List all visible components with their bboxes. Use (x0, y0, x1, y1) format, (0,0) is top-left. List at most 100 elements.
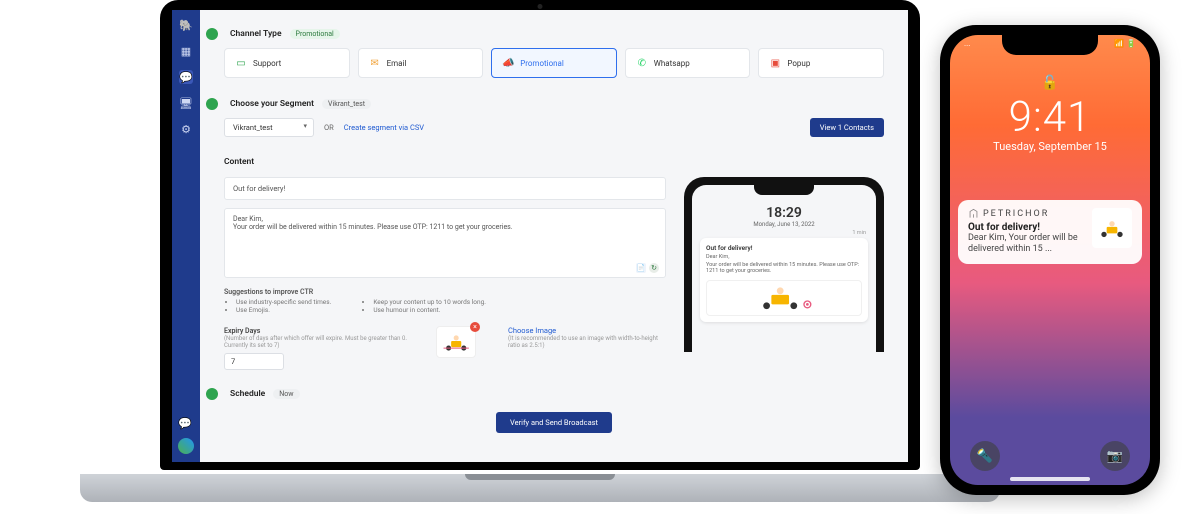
channel-label: Whatsapp (654, 59, 690, 68)
preview-time: 18:29 (700, 205, 868, 221)
channel-type-pill: Promotional (290, 29, 340, 39)
channel-support[interactable]: ▭Support (224, 48, 350, 78)
sugg-right: Keep your content up to 10 words long. U… (361, 298, 486, 314)
nav-devices-icon[interactable]: 🖥 (179, 96, 193, 110)
avatar[interactable] (178, 438, 194, 454)
preview-badge-time: 1 min (852, 230, 866, 236)
notif-text: PETRICHOR Out for delivery! Dear Kim, Yo… (968, 208, 1084, 256)
iphone-screen: ... 📶 🔋 🔓 9:41 Tuesday, September 15 PET… (950, 35, 1150, 485)
or-label: OR (324, 123, 334, 132)
sugg-item: Use Emojis. (236, 306, 331, 314)
preview-notif-card: 1 min Out for delivery! Dear Kim, Your o… (700, 238, 868, 322)
notif-image (1092, 208, 1132, 248)
thumb-column: × (436, 326, 496, 358)
view-contacts-button[interactable]: View 1 Contacts (810, 118, 884, 137)
image-expiry-row: Expiry Days (Number of days after which … (224, 326, 666, 370)
body-text: Your order will be delivered within 15 m… (233, 223, 657, 231)
laptop-bezel: 🐘 ▦ 💬 🖥 ⚙ 💬 Channel Type Promotional (160, 0, 920, 470)
channel-label: Support (253, 59, 281, 68)
laptop-mockup: 🐘 ▦ 💬 🖥 ⚙ 💬 Channel Type Promotional (160, 0, 920, 500)
app-window: 🐘 ▦ 💬 🖥 ⚙ 💬 Channel Type Promotional (172, 10, 908, 462)
preview-notch (754, 185, 814, 195)
notification-card[interactable]: PETRICHOR Out for delivery! Dear Kim, Yo… (958, 200, 1142, 264)
megaphone-icon: 📣 (502, 57, 514, 69)
logo-icon: 🐘 (179, 18, 193, 32)
sidebar-footer: 💬 (178, 416, 194, 454)
petrichor-app-icon (968, 208, 979, 219)
preview-line2: Your order will be delivered within 15 m… (706, 262, 862, 274)
expiry-input[interactable]: 7 (224, 353, 284, 370)
lock-time: 9:41 (950, 93, 1150, 142)
expiry-label: Expiry Days (224, 327, 260, 335)
verify-send-button[interactable]: Verify and Send Broadcast (496, 412, 612, 433)
nav-settings-icon[interactable]: ⚙ (179, 122, 193, 136)
submit-row: Verify and Send Broadcast (224, 412, 884, 433)
channel-whatsapp[interactable]: ✆Whatsapp (625, 48, 751, 78)
notifications-icon[interactable]: 💬 (178, 416, 192, 430)
refresh-icon[interactable]: ↻ (649, 263, 659, 273)
popup-icon: ▣ (769, 57, 781, 69)
camera-button[interactable]: 📷 (1100, 441, 1130, 471)
schedule-title: Schedule (230, 389, 265, 399)
channel-type-title: Channel Type (230, 29, 282, 39)
preview-image (706, 280, 862, 316)
schedule-pill: Now (273, 389, 299, 399)
delivery-illustration (1096, 212, 1128, 244)
home-indicator[interactable] (1010, 477, 1090, 481)
step-done-icon (206, 28, 218, 40)
preview-line1: Dear Kim, (706, 254, 862, 260)
channel-promotional[interactable]: 📣 Promotional (491, 48, 617, 78)
body-greeting: Dear Kim, (233, 215, 657, 223)
content-body-wrap: Out for delivery! Dear Kim, Your order w… (224, 177, 884, 370)
content-title: Content (224, 157, 254, 167)
sugg-left: Use industry-specific send times. Use Em… (224, 298, 331, 314)
sidebar: 🐘 ▦ 💬 🖥 ⚙ 💬 (172, 10, 200, 462)
iphone-quick-actions: 🔦 📷 (950, 441, 1150, 471)
notif-app-name: PETRICHOR (983, 209, 1049, 219)
create-segment-link[interactable]: Create segment via CSV (344, 123, 424, 132)
delivery-illustration (722, 284, 845, 311)
laptop-base (80, 474, 1000, 502)
image-thumb[interactable] (436, 326, 476, 358)
sugg-title: Suggestions to improve CTR (224, 288, 666, 296)
lock-area: 🔓 9:41 Tuesday, September 15 (950, 75, 1150, 153)
delivery-illustration (441, 330, 471, 354)
remove-image-button[interactable]: × (470, 322, 480, 332)
sugg-item: Use humour in content. (373, 306, 486, 314)
preview-phone: 18:29 Monday, June 13, 2022 1 min Out fo… (684, 177, 884, 352)
laptop-camera (538, 4, 543, 9)
nav-broadcast-icon[interactable]: 💬 (179, 70, 193, 84)
segment-header: Choose your Segment Vikrant_test (224, 98, 884, 110)
carrier-icon: ... (964, 39, 970, 48)
body-textarea[interactable]: Dear Kim, Your order will be delivered w… (224, 208, 666, 278)
editor-icons: 📄 ↻ (636, 263, 659, 273)
flashlight-button[interactable]: 🔦 (970, 441, 1000, 471)
channel-email[interactable]: ✉Email (358, 48, 484, 78)
subject-input[interactable]: Out for delivery! (224, 177, 666, 200)
channel-label: Email (387, 59, 407, 68)
channel-type-header: Channel Type Promotional (224, 28, 884, 40)
segment-title: Choose your Segment (230, 99, 314, 109)
sugg-item: Keep your content up to 10 words long. (373, 298, 486, 306)
choose-image-hint: (It is recommended to use an image with … (508, 335, 666, 349)
notif-body: Dear Kim, Your order will be delivered w… (968, 233, 1084, 256)
iphone-notch (1002, 35, 1098, 55)
iphone-mockup: ... 📶 🔋 🔓 9:41 Tuesday, September 15 PET… (940, 25, 1160, 495)
main-content: Channel Type Promotional ▭Support ✉Email… (200, 10, 908, 462)
suggestions: Suggestions to improve CTR Use industry-… (224, 288, 666, 314)
nav-dashboard-icon[interactable]: ▦ (179, 44, 193, 58)
schedule-header: Schedule Now (224, 388, 884, 400)
laptop-hinge (465, 474, 615, 480)
choose-image-column: Choose Image (It is recommended to use a… (508, 326, 666, 349)
segment-select[interactable]: Vikrant_test (224, 118, 314, 137)
channel-popup[interactable]: ▣ Popup (758, 48, 884, 78)
step-done-icon (206, 98, 218, 110)
choose-image-link[interactable]: Choose Image (508, 326, 666, 335)
lock-icon: 🔓 (950, 75, 1150, 91)
sugg-item: Use industry-specific send times. (236, 298, 331, 306)
segment-controls: Vikrant_test OR Create segment via CSV V… (224, 118, 884, 137)
template-icon[interactable]: 📄 (636, 263, 646, 273)
channel-label: Popup (787, 59, 810, 68)
channel-cards: ▭Support ✉Email 📣 Promotional ✆Whatsapp ▣… (224, 48, 884, 78)
channel-label: Promotional (520, 59, 564, 68)
